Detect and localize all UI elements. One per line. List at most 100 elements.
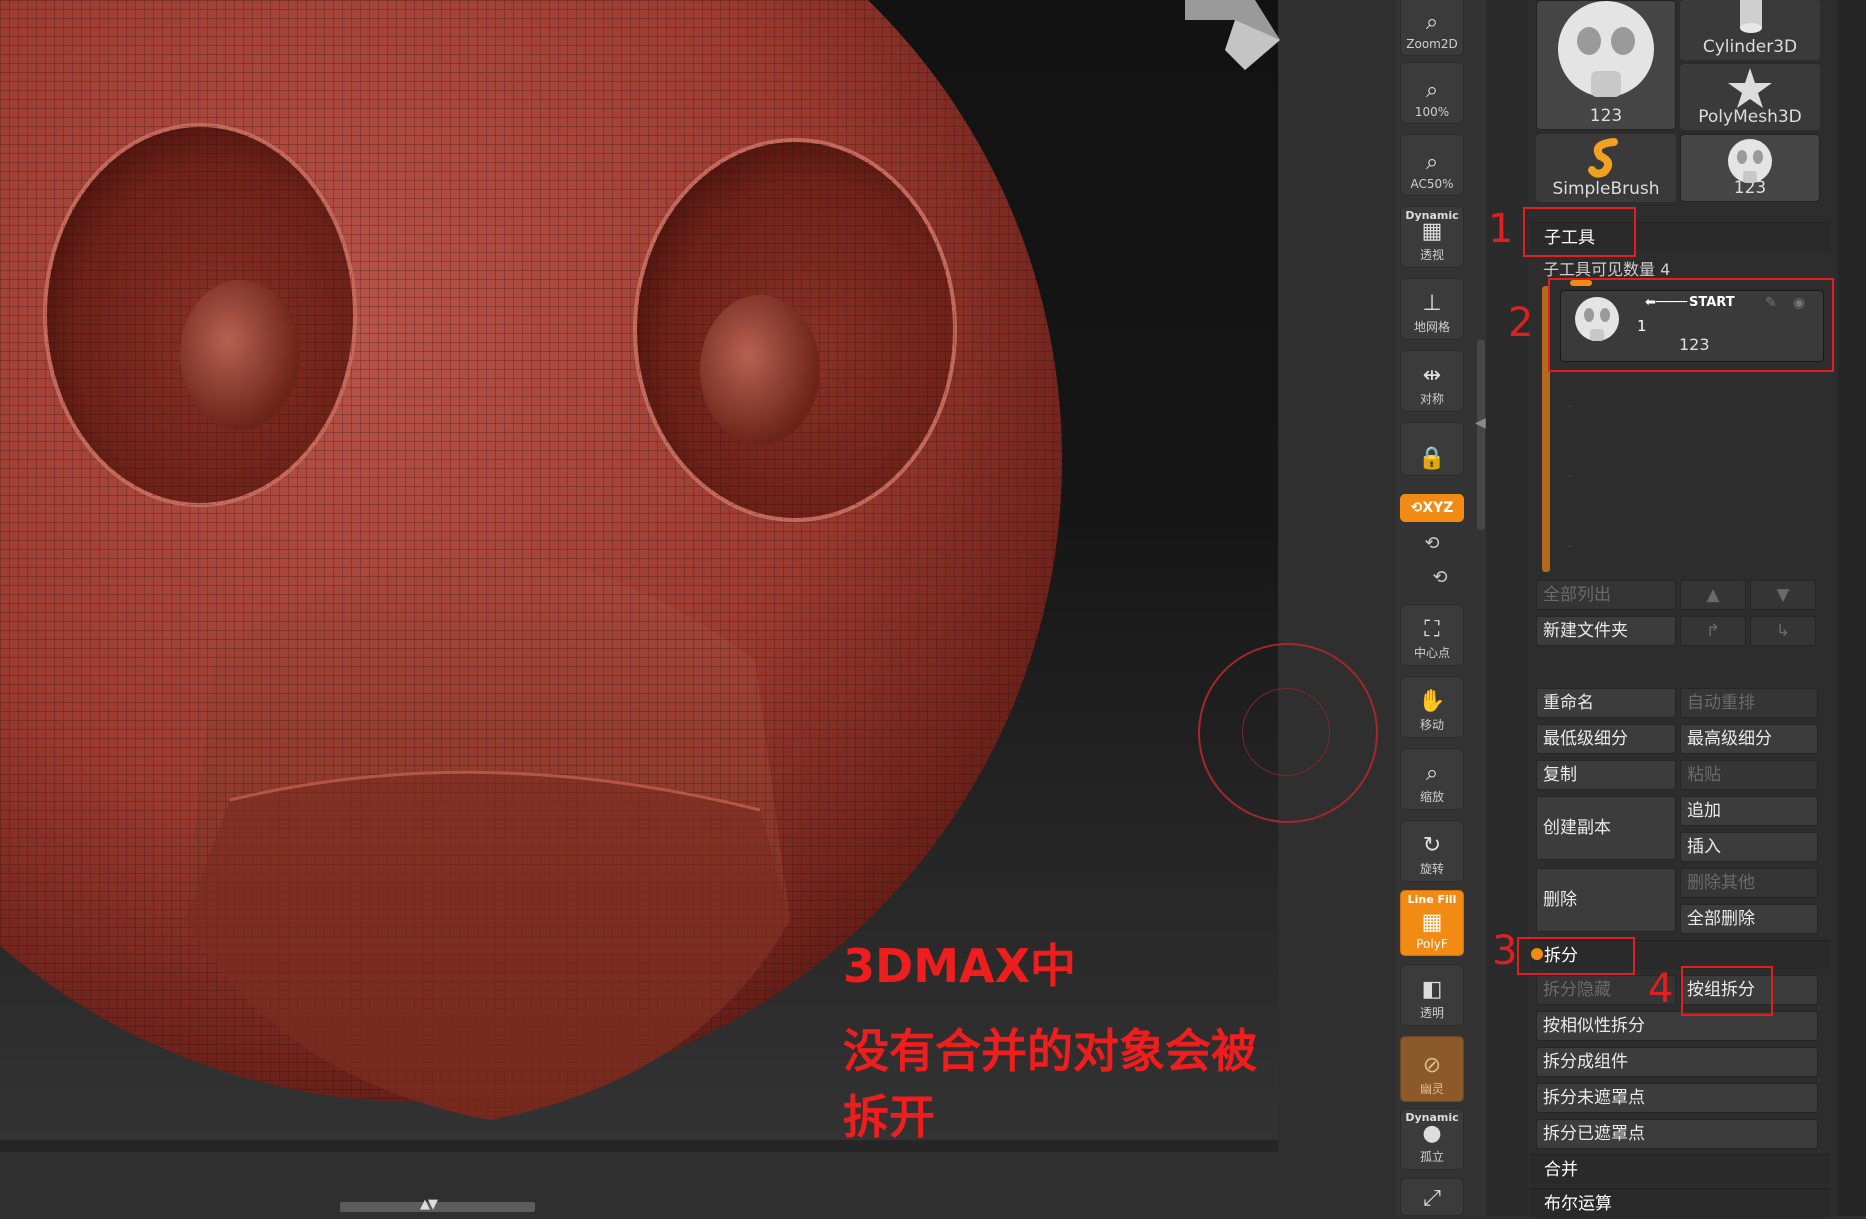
polyf-label: PolyF [1416,937,1448,951]
boolean-header[interactable]: 布尔运算 [1530,1188,1830,1218]
sculpt-head-model[interactable] [0,0,1278,1140]
ghost-button[interactable]: ⊘ 幽灵 [1400,1036,1464,1102]
thumb-label: Cylinder3D [1702,37,1798,57]
arrow-return-icon: ↳ [1775,621,1791,641]
arrow-up-icon: ▲ [1706,585,1720,605]
symmetry-button[interactable]: ⇹ 对称 [1400,350,1464,412]
split-to-parts-button[interactable]: 拆分成组件 [1536,1047,1818,1077]
polyf-button[interactable]: Line Fill ▦ PolyF [1400,890,1464,956]
tool-thumb-123-small[interactable]: 123 [1680,134,1820,202]
floor-icon: ⊥ [1422,290,1442,316]
xyz-rotation-button[interactable]: ⟲ XYZ [1400,494,1464,522]
ghost-label: 幽灵 [1419,1082,1444,1096]
duplicate-button[interactable]: 创建副本 [1536,796,1676,860]
boolean-title: 布尔运算 [1544,1194,1612,1214]
thumb-label: 123 [1589,106,1623,126]
thumb-label: SimpleBrush [1552,179,1660,199]
actual-size-label: 100% [1414,105,1450,119]
paste-button[interactable]: 粘贴 [1680,760,1818,790]
viewport-scroll-handle[interactable] [340,1202,535,1212]
move-button[interactable]: ✋ 移动 [1400,676,1464,738]
rename-button[interactable]: 重命名 [1536,688,1676,718]
ghost-icon: ⊘ [1422,1052,1442,1078]
split-masked-button[interactable]: 拆分已遮罩点 [1536,1119,1818,1149]
head-icon [1537,1,1675,109]
move-label: 移动 [1419,718,1444,732]
polyframe-icon: ▦ [1421,909,1443,935]
return-arrow-button[interactable]: ↳ [1750,616,1816,646]
split-similar-button[interactable]: 按相似性拆分 [1536,1011,1818,1041]
actual-size-button[interactable]: ⌕ 100% [1400,62,1464,124]
center-point-button[interactable]: ⛶ 中心点 [1400,604,1464,666]
scale-icon: ⌕ [1425,760,1439,786]
viewport[interactable]: 3DMAX中 没有合并的对象会被拆开 ▲▼ [0,0,1398,1216]
rotate-label: 旋转 [1419,862,1444,876]
tool-thumb-simplebrush[interactable]: SimpleBrush [1536,134,1676,202]
floor-grid-label: 地网格 [1413,320,1450,334]
frame-button[interactable]: ⤢ [1400,1178,1464,1216]
insert-button[interactable]: 插入 [1680,832,1818,862]
viewport-bottom-bar [0,1140,1278,1152]
rotate-button[interactable]: ↻ 旋转 [1400,820,1464,882]
solo-button[interactable]: Dynamic ● 孤立 [1400,1108,1464,1170]
move-up-button[interactable]: ▲ [1680,580,1746,610]
simplebrush-icon [1536,138,1676,180]
marker-2: 2 [1508,300,1534,346]
document-canvas[interactable]: 3DMAX中 没有合并的对象会被拆开 [0,0,1278,1140]
transparency-icon: ◧ [1421,976,1443,1002]
collapse-arrow-icon[interactable]: ◀ [1475,415,1486,431]
ac50-label: AC50% [1410,177,1454,191]
frame-icon: ⛶ [1424,616,1440,642]
panel-edge [1838,0,1866,1216]
auto-reorder-button[interactable]: 自动重排 [1680,688,1818,718]
delete-other-button[interactable]: 删除其他 [1680,868,1818,898]
scroll-arrows-icon[interactable]: ▲▼ [420,1197,438,1212]
zoom2d-label: Zoom2D [1406,37,1458,51]
subtool-visible-count: 子工具可见数量 4 [1543,260,1671,279]
highest-subdiv-button[interactable]: 最高级细分 [1680,724,1818,754]
split-unmasked-button[interactable]: 拆分未遮罩点 [1536,1083,1818,1113]
new-folder-button[interactable]: 新建文件夹 [1536,616,1676,646]
redo-arrow-button[interactable]: ↱ [1680,616,1746,646]
brush-cursor-inner [1242,688,1330,776]
thumb-label: PolyMesh3D [1698,107,1802,127]
star-icon [1680,68,1820,108]
delete-all-button[interactable]: 全部删除 [1680,904,1818,934]
lowest-subdiv-button[interactable]: 最低级细分 [1536,724,1676,754]
gizmo-shape[interactable] [1185,0,1280,75]
empty-slot: . [1568,536,1572,550]
copy-button[interactable]: 复制 [1536,760,1676,790]
ac50-button[interactable]: ⌕ AC50% [1400,134,1464,196]
merge-header[interactable]: 合并 [1530,1154,1830,1184]
floor-grid-button[interactable]: ⊥ 地网格 [1400,278,1464,340]
marker-4: 4 [1648,966,1674,1012]
tool-thumb-cylinder3d[interactable]: Cylinder3D [1680,0,1820,60]
scale-label: 缩放 [1419,790,1444,804]
perspective-button[interactable]: Dynamic ▦ 透视 [1400,206,1464,268]
delete-button[interactable]: 删除 [1536,868,1676,932]
append-button[interactable]: 追加 [1680,796,1818,826]
rotate-z-icon[interactable]: ⟲ [1428,566,1452,590]
annotation-text-line1: 3DMAX中 [843,939,1077,993]
list-all-button[interactable]: 全部列出 [1536,580,1676,610]
scale-button[interactable]: ⌕ 缩放 [1400,748,1464,810]
marker-box-3 [1517,937,1635,975]
solo-label: 孤立 [1419,1150,1444,1164]
move-down-button[interactable]: ▼ [1750,580,1816,610]
cylinder-icon [1680,0,1820,34]
lock-icon: 🔒 [1418,445,1446,471]
shelf-scrollbar[interactable] [1477,340,1485,530]
head-icon [1681,139,1819,187]
tool-thumb-polymesh3d[interactable]: PolyMesh3D [1680,64,1820,130]
lock-camera-button[interactable]: 🔒 [1400,422,1464,476]
zoom2d-button[interactable]: ⌕ Zoom2D [1400,0,1464,56]
empty-slot: . [1568,396,1572,410]
marker-box-1 [1523,207,1636,257]
rotate-y-icon[interactable]: ⟲ [1420,532,1444,556]
tool-thumb-123[interactable]: 123 [1536,0,1676,130]
arrow-down-icon: ▼ [1776,585,1790,605]
marker-box-2 [1548,278,1834,372]
rotate-icon: ↻ [1422,832,1442,858]
transparent-button[interactable]: ◧ 透明 [1400,964,1464,1026]
transparent-label: 透明 [1419,1006,1444,1020]
